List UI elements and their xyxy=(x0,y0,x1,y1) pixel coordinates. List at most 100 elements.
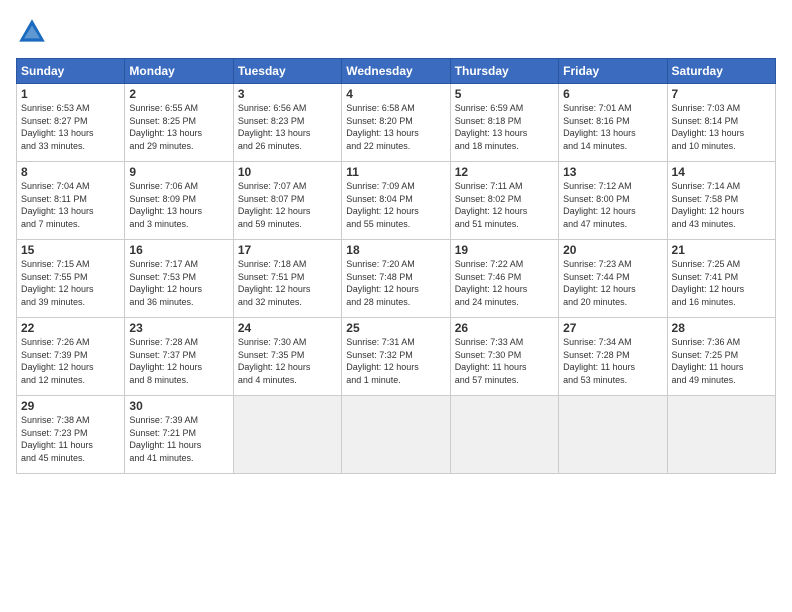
day-info: Sunrise: 6:58 AM Sunset: 8:20 PM Dayligh… xyxy=(346,102,445,152)
day-info: Sunrise: 7:30 AM Sunset: 7:35 PM Dayligh… xyxy=(238,336,337,386)
day-number: 21 xyxy=(672,243,771,257)
day-number: 25 xyxy=(346,321,445,335)
calendar-cell: 25Sunrise: 7:31 AM Sunset: 7:32 PM Dayli… xyxy=(342,318,450,396)
day-info: Sunrise: 7:15 AM Sunset: 7:55 PM Dayligh… xyxy=(21,258,120,308)
calendar-cell: 7Sunrise: 7:03 AM Sunset: 8:14 PM Daylig… xyxy=(667,84,775,162)
calendar-cell: 14Sunrise: 7:14 AM Sunset: 7:58 PM Dayli… xyxy=(667,162,775,240)
day-number: 6 xyxy=(563,87,662,101)
day-number: 10 xyxy=(238,165,337,179)
day-number: 28 xyxy=(672,321,771,335)
calendar-week-5: 29Sunrise: 7:38 AM Sunset: 7:23 PM Dayli… xyxy=(17,396,776,474)
weekday-header-thursday: Thursday xyxy=(450,59,558,84)
calendar: SundayMondayTuesdayWednesdayThursdayFrid… xyxy=(16,58,776,474)
header xyxy=(16,16,776,48)
calendar-cell: 6Sunrise: 7:01 AM Sunset: 8:16 PM Daylig… xyxy=(559,84,667,162)
day-info: Sunrise: 6:56 AM Sunset: 8:23 PM Dayligh… xyxy=(238,102,337,152)
calendar-cell xyxy=(667,396,775,474)
day-number: 24 xyxy=(238,321,337,335)
page: SundayMondayTuesdayWednesdayThursdayFrid… xyxy=(0,0,792,612)
calendar-cell: 29Sunrise: 7:38 AM Sunset: 7:23 PM Dayli… xyxy=(17,396,125,474)
day-info: Sunrise: 7:39 AM Sunset: 7:21 PM Dayligh… xyxy=(129,414,228,464)
day-info: Sunrise: 7:33 AM Sunset: 7:30 PM Dayligh… xyxy=(455,336,554,386)
weekday-header-friday: Friday xyxy=(559,59,667,84)
calendar-week-1: 1Sunrise: 6:53 AM Sunset: 8:27 PM Daylig… xyxy=(17,84,776,162)
day-number: 30 xyxy=(129,399,228,413)
calendar-cell: 3Sunrise: 6:56 AM Sunset: 8:23 PM Daylig… xyxy=(233,84,341,162)
day-info: Sunrise: 7:12 AM Sunset: 8:00 PM Dayligh… xyxy=(563,180,662,230)
day-info: Sunrise: 7:18 AM Sunset: 7:51 PM Dayligh… xyxy=(238,258,337,308)
weekday-header-sunday: Sunday xyxy=(17,59,125,84)
day-info: Sunrise: 7:07 AM Sunset: 8:07 PM Dayligh… xyxy=(238,180,337,230)
calendar-cell: 19Sunrise: 7:22 AM Sunset: 7:46 PM Dayli… xyxy=(450,240,558,318)
day-info: Sunrise: 6:59 AM Sunset: 8:18 PM Dayligh… xyxy=(455,102,554,152)
calendar-cell: 11Sunrise: 7:09 AM Sunset: 8:04 PM Dayli… xyxy=(342,162,450,240)
calendar-cell: 10Sunrise: 7:07 AM Sunset: 8:07 PM Dayli… xyxy=(233,162,341,240)
day-number: 15 xyxy=(21,243,120,257)
day-number: 20 xyxy=(563,243,662,257)
day-number: 17 xyxy=(238,243,337,257)
calendar-cell: 4Sunrise: 6:58 AM Sunset: 8:20 PM Daylig… xyxy=(342,84,450,162)
calendar-cell: 22Sunrise: 7:26 AM Sunset: 7:39 PM Dayli… xyxy=(17,318,125,396)
day-number: 5 xyxy=(455,87,554,101)
day-info: Sunrise: 7:23 AM Sunset: 7:44 PM Dayligh… xyxy=(563,258,662,308)
calendar-week-2: 8Sunrise: 7:04 AM Sunset: 8:11 PM Daylig… xyxy=(17,162,776,240)
calendar-cell: 24Sunrise: 7:30 AM Sunset: 7:35 PM Dayli… xyxy=(233,318,341,396)
day-number: 14 xyxy=(672,165,771,179)
calendar-cell: 12Sunrise: 7:11 AM Sunset: 8:02 PM Dayli… xyxy=(450,162,558,240)
day-info: Sunrise: 7:28 AM Sunset: 7:37 PM Dayligh… xyxy=(129,336,228,386)
day-info: Sunrise: 7:06 AM Sunset: 8:09 PM Dayligh… xyxy=(129,180,228,230)
day-info: Sunrise: 7:22 AM Sunset: 7:46 PM Dayligh… xyxy=(455,258,554,308)
calendar-cell xyxy=(450,396,558,474)
day-info: Sunrise: 7:20 AM Sunset: 7:48 PM Dayligh… xyxy=(346,258,445,308)
day-number: 9 xyxy=(129,165,228,179)
calendar-cell: 30Sunrise: 7:39 AM Sunset: 7:21 PM Dayli… xyxy=(125,396,233,474)
weekday-header-tuesday: Tuesday xyxy=(233,59,341,84)
weekday-header-monday: Monday xyxy=(125,59,233,84)
calendar-cell: 21Sunrise: 7:25 AM Sunset: 7:41 PM Dayli… xyxy=(667,240,775,318)
day-number: 12 xyxy=(455,165,554,179)
calendar-cell: 16Sunrise: 7:17 AM Sunset: 7:53 PM Dayli… xyxy=(125,240,233,318)
day-info: Sunrise: 7:34 AM Sunset: 7:28 PM Dayligh… xyxy=(563,336,662,386)
day-number: 3 xyxy=(238,87,337,101)
calendar-cell: 20Sunrise: 7:23 AM Sunset: 7:44 PM Dayli… xyxy=(559,240,667,318)
day-number: 4 xyxy=(346,87,445,101)
calendar-cell: 9Sunrise: 7:06 AM Sunset: 8:09 PM Daylig… xyxy=(125,162,233,240)
day-info: Sunrise: 7:25 AM Sunset: 7:41 PM Dayligh… xyxy=(672,258,771,308)
day-number: 16 xyxy=(129,243,228,257)
day-info: Sunrise: 7:38 AM Sunset: 7:23 PM Dayligh… xyxy=(21,414,120,464)
day-info: Sunrise: 6:55 AM Sunset: 8:25 PM Dayligh… xyxy=(129,102,228,152)
calendar-cell: 28Sunrise: 7:36 AM Sunset: 7:25 PM Dayli… xyxy=(667,318,775,396)
day-info: Sunrise: 7:04 AM Sunset: 8:11 PM Dayligh… xyxy=(21,180,120,230)
day-info: Sunrise: 7:17 AM Sunset: 7:53 PM Dayligh… xyxy=(129,258,228,308)
calendar-cell: 5Sunrise: 6:59 AM Sunset: 8:18 PM Daylig… xyxy=(450,84,558,162)
day-number: 2 xyxy=(129,87,228,101)
calendar-cell: 13Sunrise: 7:12 AM Sunset: 8:00 PM Dayli… xyxy=(559,162,667,240)
day-number: 19 xyxy=(455,243,554,257)
logo-icon xyxy=(16,16,48,48)
calendar-cell: 23Sunrise: 7:28 AM Sunset: 7:37 PM Dayli… xyxy=(125,318,233,396)
day-number: 8 xyxy=(21,165,120,179)
day-info: Sunrise: 7:03 AM Sunset: 8:14 PM Dayligh… xyxy=(672,102,771,152)
weekday-header-row: SundayMondayTuesdayWednesdayThursdayFrid… xyxy=(17,59,776,84)
day-number: 22 xyxy=(21,321,120,335)
day-number: 13 xyxy=(563,165,662,179)
calendar-cell: 2Sunrise: 6:55 AM Sunset: 8:25 PM Daylig… xyxy=(125,84,233,162)
day-number: 7 xyxy=(672,87,771,101)
weekday-header-saturday: Saturday xyxy=(667,59,775,84)
calendar-week-3: 15Sunrise: 7:15 AM Sunset: 7:55 PM Dayli… xyxy=(17,240,776,318)
calendar-cell: 1Sunrise: 6:53 AM Sunset: 8:27 PM Daylig… xyxy=(17,84,125,162)
day-info: Sunrise: 7:11 AM Sunset: 8:02 PM Dayligh… xyxy=(455,180,554,230)
calendar-cell: 8Sunrise: 7:04 AM Sunset: 8:11 PM Daylig… xyxy=(17,162,125,240)
logo xyxy=(16,16,52,48)
calendar-cell: 26Sunrise: 7:33 AM Sunset: 7:30 PM Dayli… xyxy=(450,318,558,396)
day-number: 26 xyxy=(455,321,554,335)
calendar-cell xyxy=(559,396,667,474)
day-info: Sunrise: 7:01 AM Sunset: 8:16 PM Dayligh… xyxy=(563,102,662,152)
day-info: Sunrise: 7:31 AM Sunset: 7:32 PM Dayligh… xyxy=(346,336,445,386)
day-number: 18 xyxy=(346,243,445,257)
day-info: Sunrise: 7:14 AM Sunset: 7:58 PM Dayligh… xyxy=(672,180,771,230)
calendar-cell: 17Sunrise: 7:18 AM Sunset: 7:51 PM Dayli… xyxy=(233,240,341,318)
day-number: 27 xyxy=(563,321,662,335)
day-info: Sunrise: 7:26 AM Sunset: 7:39 PM Dayligh… xyxy=(21,336,120,386)
day-number: 1 xyxy=(21,87,120,101)
